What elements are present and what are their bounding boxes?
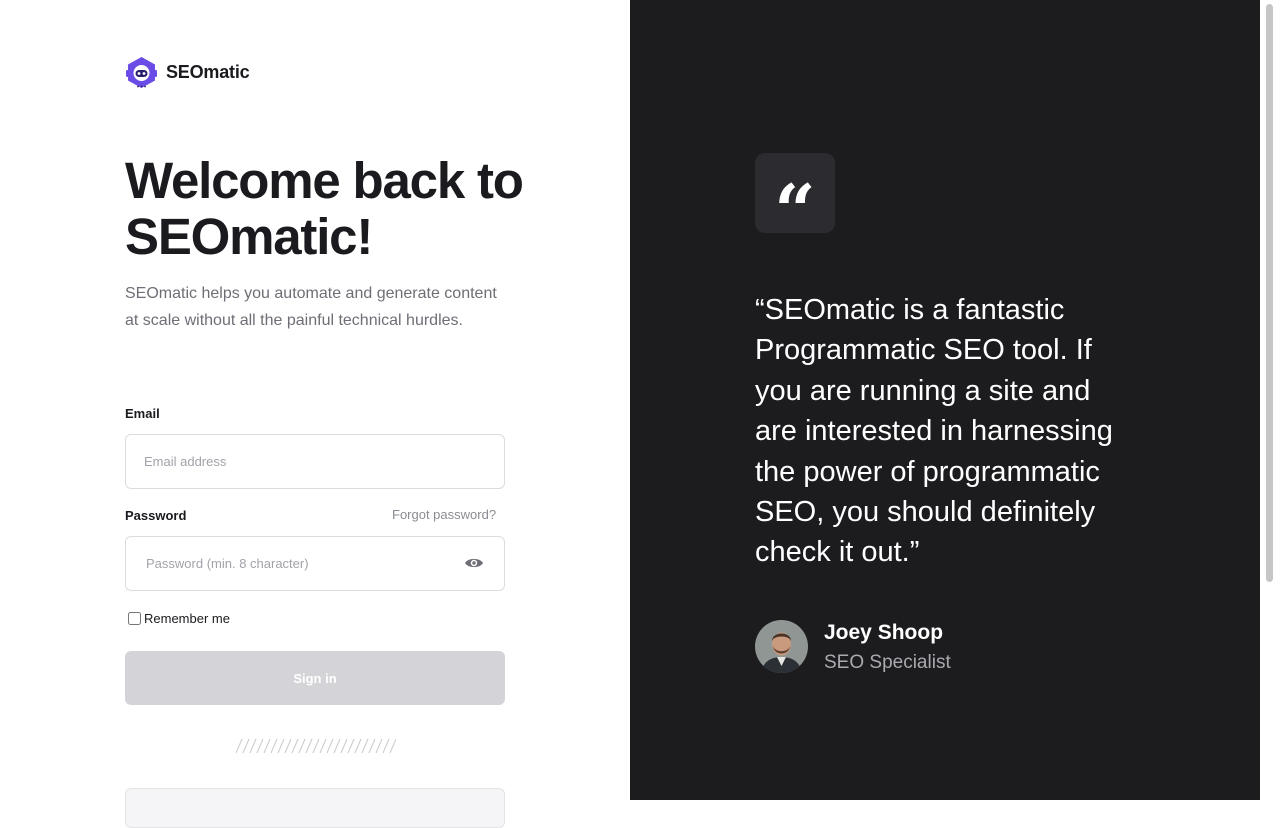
page-scrollbar[interactable] — [1260, 0, 1280, 800]
forgot-password-link[interactable]: Forgot password? — [392, 507, 496, 522]
brand-name: SEOmatic — [166, 62, 250, 82]
password-label: Password — [125, 508, 187, 523]
avatar — [755, 620, 808, 673]
remember-me-label: Remember me — [144, 611, 230, 626]
avatar-portrait — [755, 620, 808, 673]
brand-logo[interactable]: SEOmatic — [125, 56, 250, 89]
login-panel: SEOmatic Welcome back to SEOmatic! SEOma… — [0, 0, 630, 828]
email-label: Email — [125, 406, 160, 421]
eye-icon[interactable] — [464, 555, 484, 571]
sign-in-button[interactable]: Sign in — [125, 651, 505, 705]
quote-badge: “ — [755, 153, 835, 247]
social-sign-in-button[interactable] — [125, 788, 505, 828]
author-name: Joey Shoop — [824, 621, 944, 644]
remember-me-checkbox[interactable] — [128, 612, 141, 625]
password-field[interactable] — [125, 536, 505, 591]
divider-hatch — [236, 738, 396, 754]
author-role: SEO Specialist — [824, 652, 951, 673]
robot-hexagon-icon — [126, 57, 157, 88]
page-title: Welcome back to SEOmatic! — [125, 152, 524, 265]
email-field[interactable] — [125, 434, 505, 489]
testimonial-quote: “SEOmatic is a fantastic Programmatic SE… — [755, 294, 1113, 569]
scrollbar-thumb[interactable] — [1266, 4, 1273, 582]
remember-me[interactable]: Remember me — [128, 611, 230, 626]
page-subtitle: SEOmatic helps you automate and generate… — [125, 285, 497, 329]
quote-icon: “ — [774, 168, 816, 253]
